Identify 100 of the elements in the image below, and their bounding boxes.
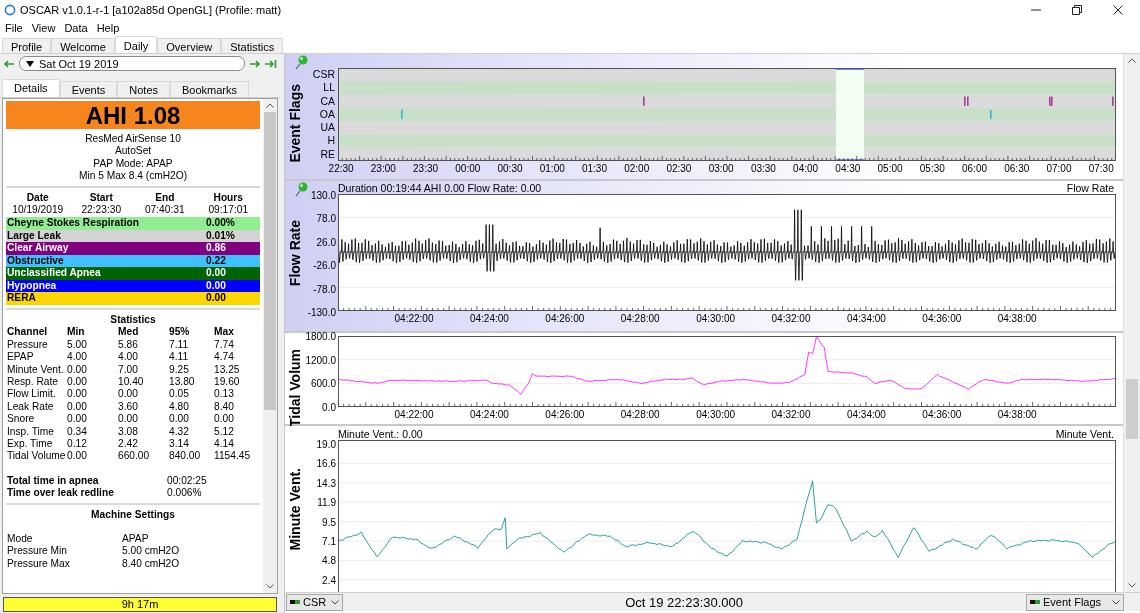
tab[interactable]: Details	[2, 79, 60, 97]
table-cell-text: 10/19/2019	[11, 204, 65, 217]
column-header: Min	[67, 326, 86, 339]
window-title: OSCAR v1.0.1-r-1 [a102a85d OpenGL] (Profile: matt)	[20, 4, 282, 16]
table-cell-text: 0.00	[67, 388, 88, 401]
scroll-down-icon[interactable]	[1128, 583, 1136, 588]
device-info: PAP Mode: APAP	[92, 157, 174, 171]
setting-label: Pressure Min	[7, 545, 68, 558]
table-cell-text: 5.86	[118, 338, 139, 352]
event-name: Obstructive	[7, 254, 65, 268]
table-cell-text: 660.00	[118, 450, 151, 463]
tab[interactable]: Overview	[157, 38, 222, 53]
section-heading: Machine Settings	[90, 508, 176, 522]
table-cell-text: 3.60	[118, 400, 139, 414]
table-cell-text: 4.32	[169, 425, 190, 438]
graph-title: Event Flags	[287, 84, 303, 163]
column-header: Date	[25, 191, 50, 205]
axis-label: 07:00	[1046, 163, 1072, 174]
restore-icon[interactable]	[1072, 5, 1082, 15]
event-index: 0.00%	[206, 217, 236, 230]
tab[interactable]: Statistics	[221, 38, 284, 53]
close-icon[interactable]	[1113, 5, 1123, 15]
last-day-icon[interactable]	[265, 58, 277, 69]
graph-title: Minute Vent.	[287, 468, 303, 551]
current-time: Oct 19 22:23:30.000	[624, 594, 744, 610]
setting-label: Pressure Max	[7, 557, 71, 571]
axis-label: -130.0	[307, 306, 336, 318]
table-cell-text: 0.00	[67, 375, 88, 389]
axis-label: 0.0	[322, 401, 336, 413]
setting-value: APAP	[122, 533, 150, 546]
axis-label: 4.8	[322, 554, 336, 566]
table-cell-text: 0.00	[169, 413, 190, 426]
back-arrow-icon[interactable]	[3, 58, 15, 69]
channel-dropdown[interactable]: CSR	[286, 593, 344, 611]
menu-item[interactable]: View	[31, 22, 56, 34]
menu-item[interactable]: Data	[64, 22, 88, 34]
scrollbar[interactable]	[263, 99, 277, 593]
tab[interactable]: Notes	[117, 81, 170, 97]
menu-item[interactable]: Help	[96, 22, 120, 34]
graph-info: Minute Vent.: 0.00	[338, 428, 423, 440]
axis-label: 01:00	[539, 163, 565, 174]
event-mark	[401, 109, 403, 120]
axis-label: 600.0	[310, 377, 336, 389]
scrollbar[interactable]	[1123, 54, 1140, 592]
scroll-thumb[interactable]	[1126, 379, 1138, 439]
event-mark	[1112, 96, 1114, 106]
tab[interactable]: Welcome	[51, 38, 115, 53]
axis-label: 04:32:00	[771, 409, 811, 420]
tab[interactable]: Profile	[2, 38, 52, 53]
pin-icon[interactable]	[293, 54, 309, 70]
scroll-down-icon[interactable]	[266, 584, 274, 589]
table-cell-text: 4.11	[169, 351, 190, 364]
legend: Flow Rate	[1066, 182, 1116, 194]
total-label: Total time in apnea	[7, 474, 100, 488]
table-cell-text: 0.00	[118, 388, 139, 401]
axis-label: 04:38:00	[997, 409, 1037, 420]
axis-label: 02:00	[624, 163, 650, 174]
table-cell-text: 22:23:30	[80, 204, 123, 217]
table-cell-text: 0.34	[67, 425, 88, 438]
table-cell-text: 0.00	[67, 413, 88, 426]
table-cell-text: 7.11	[169, 338, 190, 352]
table-cell-text: Insp. Time	[7, 425, 55, 438]
event-index: 0.86	[206, 242, 227, 255]
axis-label: 04:26:00	[545, 409, 585, 420]
table-cell-text: 0.00	[118, 413, 139, 426]
event-mark	[990, 109, 992, 120]
table-cell-text: 0.00	[214, 413, 235, 426]
forward-arrow-icon[interactable]	[249, 58, 261, 69]
layer-dropdown[interactable]: Event Flags	[1026, 593, 1124, 611]
table-cell-text: 7.00	[118, 363, 139, 376]
axis-label: LL	[323, 81, 335, 95]
scroll-thumb[interactable]	[264, 112, 276, 410]
table-cell: Tidal Volume	[7, 450, 67, 463]
event-name: RERA	[7, 292, 37, 305]
table-cell-text: Resp. Rate	[7, 375, 59, 389]
tab[interactable]: Daily	[114, 36, 158, 53]
axis-label: 02:30	[666, 163, 692, 174]
table-cell-text: 07:40:31	[143, 204, 186, 217]
graph-title: Flow Rate	[287, 220, 303, 287]
axis-label: 2.4	[322, 574, 336, 586]
axis-label: 1800.0	[305, 330, 336, 342]
pin-icon[interactable]	[293, 181, 309, 197]
table-cell-text: Exp. Time	[7, 438, 54, 451]
scroll-up-icon[interactable]	[266, 103, 274, 108]
caret-icon	[26, 60, 34, 67]
column-header: End	[154, 191, 176, 205]
table-cell-text: 840.00	[169, 450, 202, 463]
tab[interactable]: Bookmarks	[170, 81, 250, 97]
app-icon	[4, 4, 16, 16]
caret-icon	[1112, 599, 1120, 605]
menu-item[interactable]: File	[5, 22, 23, 34]
device-info: Min 5 Max 8.4 (cmH2O)	[77, 170, 189, 183]
scroll-up-icon[interactable]	[1128, 58, 1136, 63]
axis-label: 11.9	[317, 496, 336, 508]
event-name: Large Leak	[7, 229, 62, 243]
tab[interactable]: Events	[59, 81, 118, 97]
axis-label: 00:30	[497, 163, 523, 174]
axis-label: 16.6	[316, 457, 336, 469]
date-dropdown[interactable]: Sat Oct 19 2019	[19, 56, 245, 71]
date-value: Sat Oct 19 2019	[39, 57, 119, 70]
